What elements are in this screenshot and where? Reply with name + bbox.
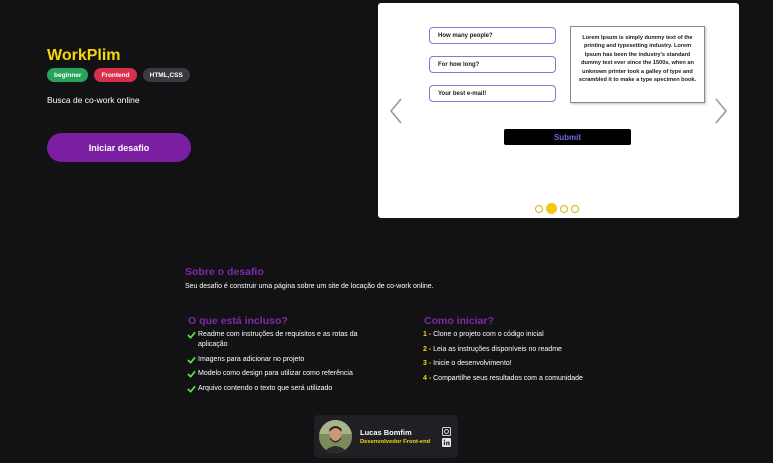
start-challenge-button[interactable]: Iniciar desafio xyxy=(47,133,191,162)
how-to-start-title: Como iniciar? xyxy=(424,315,495,327)
step-number: 1 - xyxy=(423,331,432,338)
step-number: 3 - xyxy=(423,360,432,367)
step-text: Clone o projeto com o código inicial xyxy=(433,331,544,338)
carousel-dot-1[interactable] xyxy=(535,204,543,213)
included-title: O que está incluso? xyxy=(188,315,288,327)
duration-field: For how long? xyxy=(429,56,556,73)
list-item: Modelo como design para utilizar como re… xyxy=(187,369,387,379)
avatar xyxy=(319,420,352,453)
author-name: Lucas Bomfim xyxy=(360,428,412,437)
author-card: Lucas Bomfim Desenvolvedor Front-end xyxy=(314,415,458,458)
list-item: Readme com instruções de requisitos e as… xyxy=(187,330,387,350)
submit-button-preview: Submit xyxy=(504,129,631,145)
challenge-subtitle: Busca de co-work online xyxy=(47,95,140,105)
check-icon xyxy=(187,356,196,364)
email-field: Your best e-mail! xyxy=(429,85,556,102)
carousel-dots xyxy=(535,203,579,214)
list-item: 2 - Leia as instruções disponíveis no re… xyxy=(423,345,593,355)
people-field: How many people? xyxy=(429,27,556,44)
lorem-text-box: Lorem Ipsum is simply dummy text of the … xyxy=(570,26,705,103)
tag-level: beginner xyxy=(47,68,89,82)
carousel-dot-3[interactable] xyxy=(560,204,568,213)
carousel-dot-4[interactable] xyxy=(571,204,579,213)
tag-list: beginner Frontend HTML,CSS xyxy=(47,68,190,82)
author-role: Desenvolvedor Front-end xyxy=(360,439,431,445)
linkedin-icon[interactable] xyxy=(442,438,451,447)
included-item-text: Modelo como design para utilizar como re… xyxy=(198,370,353,377)
chevron-right-icon[interactable] xyxy=(714,97,728,125)
step-text: Leia as instruções disponíveis no readme xyxy=(433,345,562,353)
list-item: Arquivo contendo o texto que será utiliz… xyxy=(187,384,387,394)
about-title: Sobre o desafio xyxy=(185,266,264,278)
included-item-text: Imagens para adicionar no projeto xyxy=(198,355,305,363)
tag-area: Frontend xyxy=(94,68,137,82)
list-item: 1 - Clone o projeto com o código inicial xyxy=(423,330,593,340)
tag-tech: HTML,CSS xyxy=(142,68,190,82)
step-text: Inicie o desenvolvimento! xyxy=(433,360,512,367)
step-number: 4 - xyxy=(423,374,432,382)
list-item: 4 - Compartilhe seus resultados com a co… xyxy=(423,374,593,384)
preview-carousel: How many people? For how long? Your best… xyxy=(378,3,739,218)
carousel-dot-2[interactable] xyxy=(546,203,557,214)
included-item-text: Readme com instruções de requisitos e as… xyxy=(198,331,358,348)
about-text: Seu desafio é construir uma página sobre… xyxy=(185,283,434,290)
chevron-left-icon[interactable] xyxy=(389,97,403,125)
included-list: Readme com instruções de requisitos e as… xyxy=(187,330,387,398)
step-number: 2 - xyxy=(423,345,432,353)
included-item-text: Arquivo contendo o texto que será utiliz… xyxy=(198,384,333,392)
check-icon xyxy=(187,370,196,378)
steps-list: 1 - Clone o projeto com o código inicial… xyxy=(423,330,593,388)
step-text: Compartilhe seus resultados com a comuni… xyxy=(433,374,583,382)
check-icon xyxy=(187,331,196,339)
challenge-title: WorkPlim xyxy=(47,47,121,64)
check-icon xyxy=(187,385,196,393)
github-icon[interactable] xyxy=(442,427,451,436)
list-item: 3 - Inicie o desenvolvimento! xyxy=(423,359,593,369)
list-item: Imagens para adicionar no projeto xyxy=(187,355,387,365)
